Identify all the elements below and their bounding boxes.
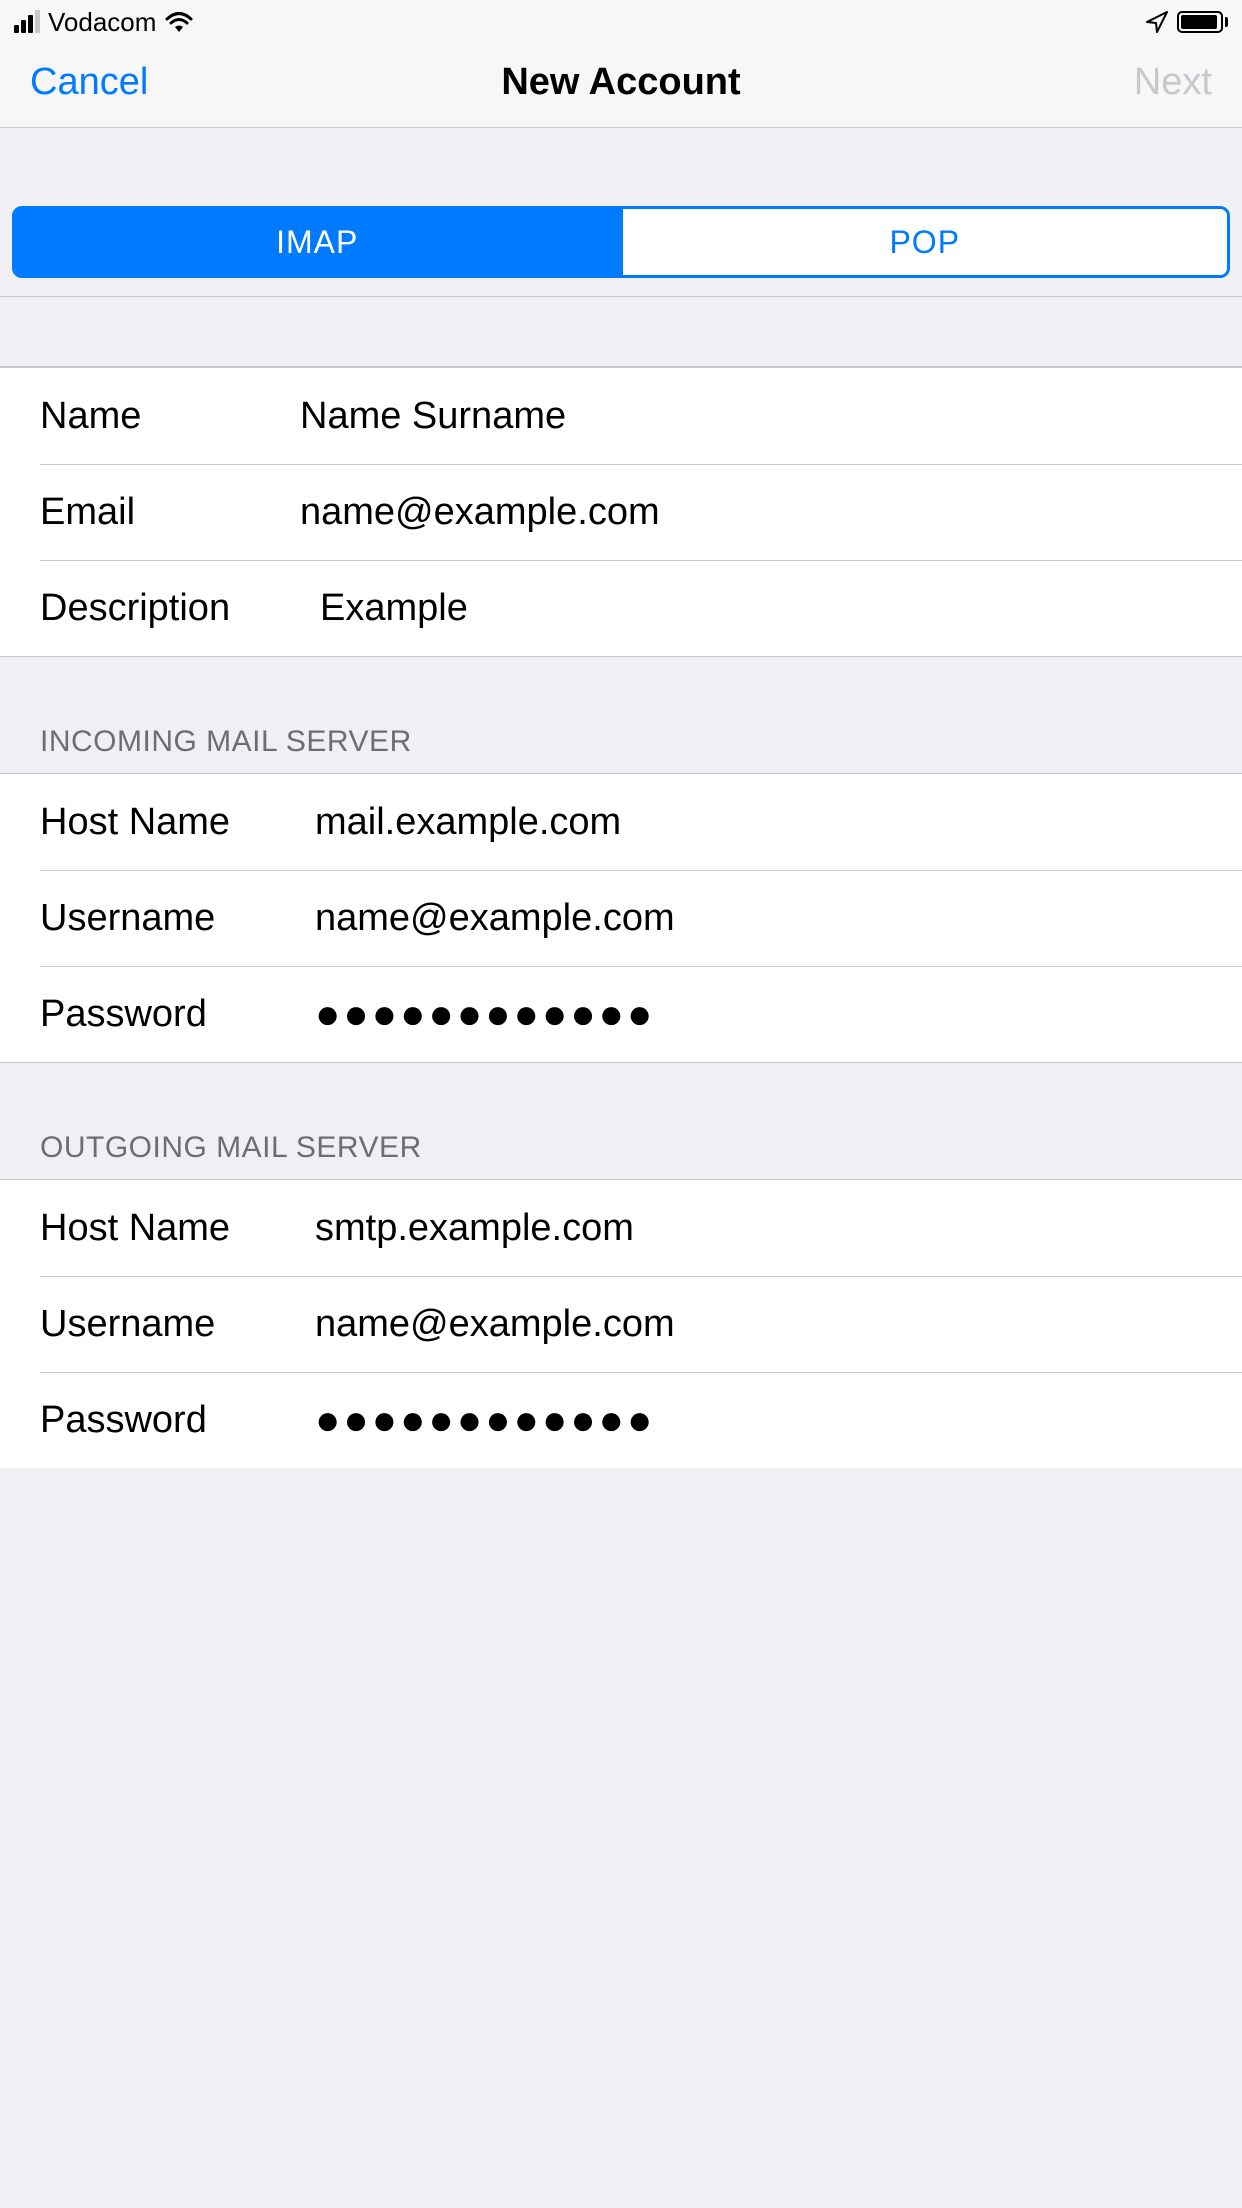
email-label: Email xyxy=(40,491,300,534)
incoming-host-field[interactable] xyxy=(315,801,1202,844)
incoming-pass-field[interactable]: ●●●●●●●●●●●● xyxy=(315,990,1202,1038)
outgoing-host-field[interactable] xyxy=(315,1207,1202,1250)
tab-pop[interactable]: POP xyxy=(620,209,1228,275)
row-outgoing-host[interactable]: Host Name xyxy=(0,1180,1242,1276)
location-icon xyxy=(1145,10,1169,34)
email-field[interactable] xyxy=(300,491,1202,534)
next-button[interactable]: Next xyxy=(1134,61,1212,103)
page-title: New Account xyxy=(190,61,1052,104)
row-description[interactable]: Description xyxy=(0,560,1242,656)
outgoing-group: Host Name Username Password ●●●●●●●●●●●● xyxy=(0,1179,1242,1468)
row-email[interactable]: Email xyxy=(0,464,1242,560)
incoming-header: Incoming Mail Server xyxy=(0,657,1242,773)
incoming-user-label: Username xyxy=(40,897,315,940)
description-label: Description xyxy=(40,587,320,630)
row-incoming-pass[interactable]: Password ●●●●●●●●●●●● xyxy=(0,966,1242,1062)
status-bar: Vodacom xyxy=(0,0,1242,44)
outgoing-pass-field[interactable]: ●●●●●●●●●●●● xyxy=(315,1396,1202,1444)
cancel-button[interactable]: Cancel xyxy=(30,61,148,103)
battery-icon xyxy=(1177,11,1228,33)
protocol-segmented: IMAP POP xyxy=(12,206,1230,278)
spacer xyxy=(0,297,1242,367)
outgoing-user-label: Username xyxy=(40,1303,315,1346)
outgoing-user-field[interactable] xyxy=(315,1303,1202,1346)
signal-icon xyxy=(14,11,40,33)
outgoing-pass-label: Password xyxy=(40,1399,315,1442)
wifi-icon xyxy=(164,11,194,33)
row-name[interactable]: Name xyxy=(0,368,1242,464)
status-left: Vodacom xyxy=(14,7,194,38)
row-outgoing-user[interactable]: Username xyxy=(0,1276,1242,1372)
incoming-pass-label: Password xyxy=(40,993,315,1036)
nav-bar: Cancel New Account Next xyxy=(0,44,1242,128)
status-right xyxy=(1145,10,1228,34)
row-incoming-user[interactable]: Username xyxy=(0,870,1242,966)
outgoing-host-label: Host Name xyxy=(40,1207,315,1250)
carrier-label: Vodacom xyxy=(48,7,156,38)
segmented-section: IMAP POP xyxy=(0,128,1242,297)
row-outgoing-pass[interactable]: Password ●●●●●●●●●●●● xyxy=(0,1372,1242,1468)
row-incoming-host[interactable]: Host Name xyxy=(0,774,1242,870)
name-field[interactable] xyxy=(300,395,1202,438)
outgoing-header: Outgoing Mail Server xyxy=(0,1063,1242,1179)
description-field[interactable] xyxy=(320,587,1202,630)
incoming-group: Host Name Username Password ●●●●●●●●●●●● xyxy=(0,773,1242,1063)
incoming-user-field[interactable] xyxy=(315,897,1202,940)
incoming-host-label: Host Name xyxy=(40,801,315,844)
name-label: Name xyxy=(40,395,300,438)
account-group: Name Email Description xyxy=(0,367,1242,657)
tab-imap[interactable]: IMAP xyxy=(15,209,620,275)
